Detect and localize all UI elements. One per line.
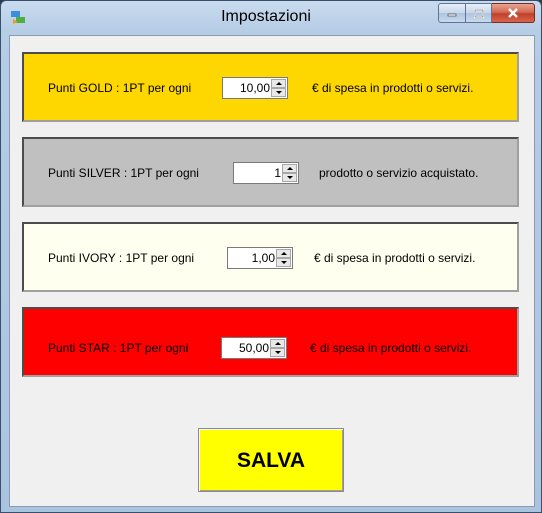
silver-spin-down-button[interactable] bbox=[282, 173, 297, 182]
silver-quantity-spinner[interactable]: 1 bbox=[233, 162, 299, 184]
maximize-button[interactable] bbox=[466, 3, 492, 23]
arrow-down-icon bbox=[280, 261, 287, 264]
silver-value[interactable]: 1 bbox=[274, 166, 281, 180]
gold-panel: Punti GOLD : 1PT per ogni 10,00 € di spe… bbox=[22, 52, 519, 122]
gold-spin-up-button[interactable] bbox=[271, 79, 286, 88]
star-value[interactable]: 50,00 bbox=[239, 341, 269, 355]
arrow-up-icon bbox=[274, 342, 281, 345]
arrow-down-icon bbox=[275, 91, 282, 94]
settings-window: Impostazioni Punti GOLD : 1PT per ogni 1… bbox=[0, 0, 542, 513]
silver-suffix-label: prodotto o servizio acquistato. bbox=[319, 166, 479, 180]
silver-spin-up-button[interactable] bbox=[282, 164, 297, 173]
arrow-down-icon bbox=[286, 176, 293, 179]
star-spin-up-button[interactable] bbox=[270, 339, 285, 348]
gold-suffix-label: € di spesa in prodotti o servizi. bbox=[312, 81, 474, 95]
maximize-icon bbox=[473, 8, 484, 18]
arrow-up-icon bbox=[280, 252, 287, 255]
minimize-button[interactable] bbox=[438, 3, 466, 23]
title-bar[interactable]: Impostazioni bbox=[1, 1, 541, 35]
silver-prefix-label: Punti SILVER : 1PT per ogni bbox=[48, 166, 199, 180]
ivory-panel: Punti IVORY : 1PT per ogni 1,00 € di spe… bbox=[22, 222, 519, 292]
ivory-spin-up-button[interactable] bbox=[276, 249, 291, 258]
settings-client-area: Punti GOLD : 1PT per ogni 10,00 € di spe… bbox=[9, 35, 535, 507]
gold-spend-spinner[interactable]: 10,00 bbox=[222, 77, 288, 99]
ivory-prefix-label: Punti IVORY : 1PT per ogni bbox=[48, 251, 195, 265]
close-icon bbox=[508, 8, 518, 18]
close-button[interactable] bbox=[492, 3, 535, 23]
star-panel: Punti STAR : 1PT per ogni 50,00 € di spe… bbox=[22, 307, 519, 377]
star-prefix-label: Punti STAR : 1PT per ogni bbox=[48, 341, 189, 355]
gold-value[interactable]: 10,00 bbox=[240, 81, 270, 95]
arrow-down-icon bbox=[274, 351, 281, 354]
ivory-value[interactable]: 1,00 bbox=[252, 251, 275, 265]
arrow-up-icon bbox=[286, 167, 293, 170]
gold-spin-down-button[interactable] bbox=[271, 88, 286, 97]
silver-panel: Punti SILVER : 1PT per ogni 1 prodotto o… bbox=[22, 137, 519, 207]
star-spend-spinner[interactable]: 50,00 bbox=[221, 337, 287, 359]
ivory-spin-down-button[interactable] bbox=[276, 258, 291, 267]
ivory-spend-spinner[interactable]: 1,00 bbox=[227, 247, 293, 269]
minimize-icon bbox=[447, 13, 457, 17]
ivory-suffix-label: € di spesa in prodotti o servizi. bbox=[314, 251, 476, 265]
arrow-up-icon bbox=[275, 82, 282, 85]
save-button[interactable]: SALVA bbox=[198, 428, 344, 492]
star-spin-down-button[interactable] bbox=[270, 348, 285, 357]
gold-prefix-label: Punti GOLD : 1PT per ogni bbox=[48, 81, 192, 95]
star-suffix-label: € di spesa in prodotti o servizi. bbox=[310, 341, 472, 355]
